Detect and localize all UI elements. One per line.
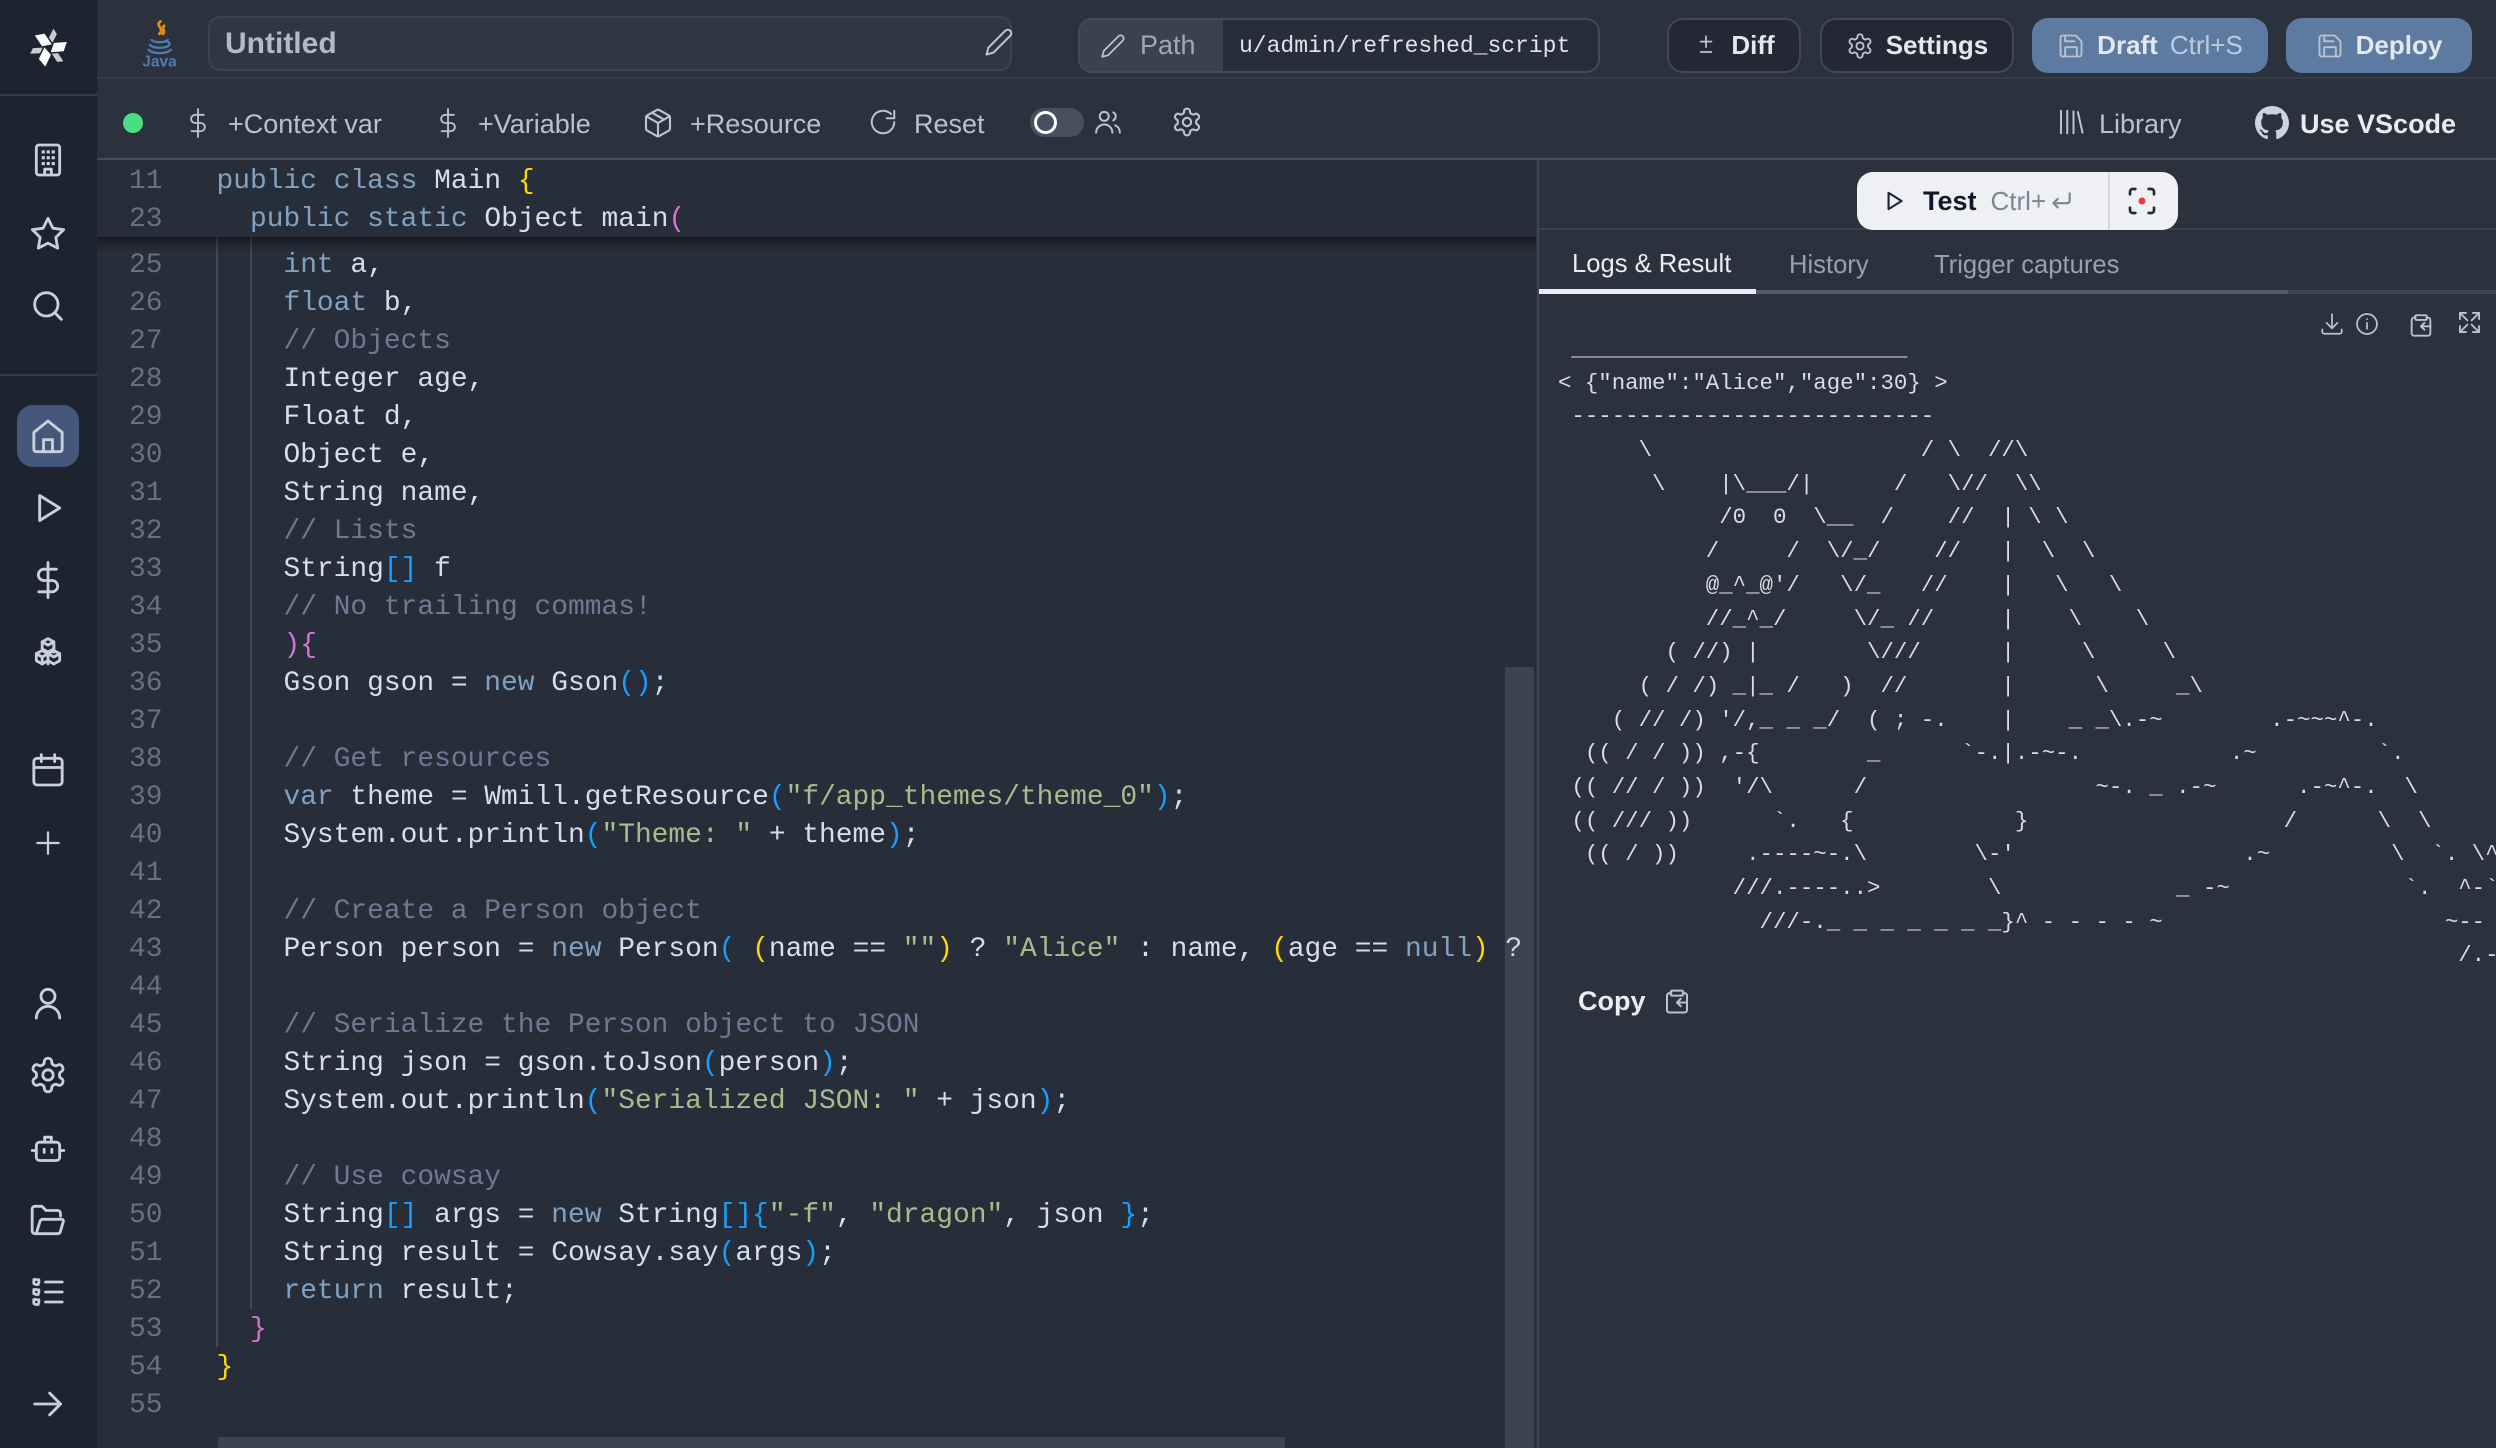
- svg-text:Java: Java: [143, 53, 176, 68]
